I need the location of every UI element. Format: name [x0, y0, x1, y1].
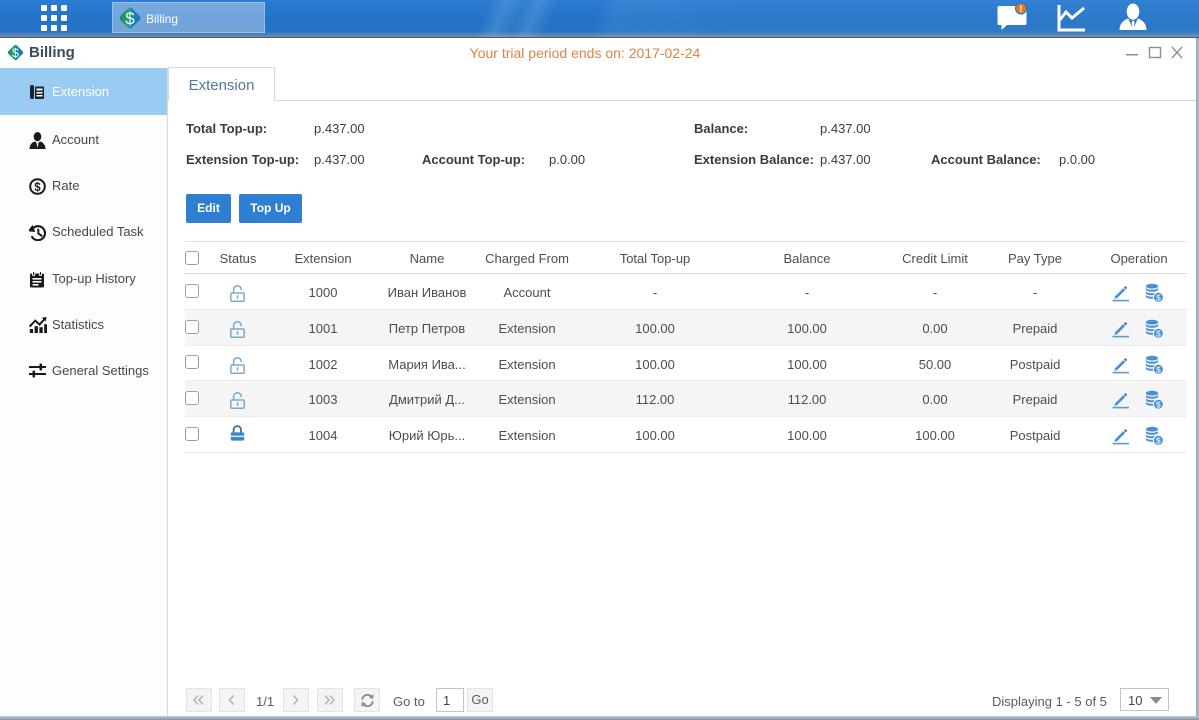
svg-text:!: !	[1020, 4, 1023, 14]
svg-text:$: $	[34, 182, 41, 194]
svg-text:$: $	[125, 9, 135, 28]
svg-text:$: $	[12, 46, 19, 60]
